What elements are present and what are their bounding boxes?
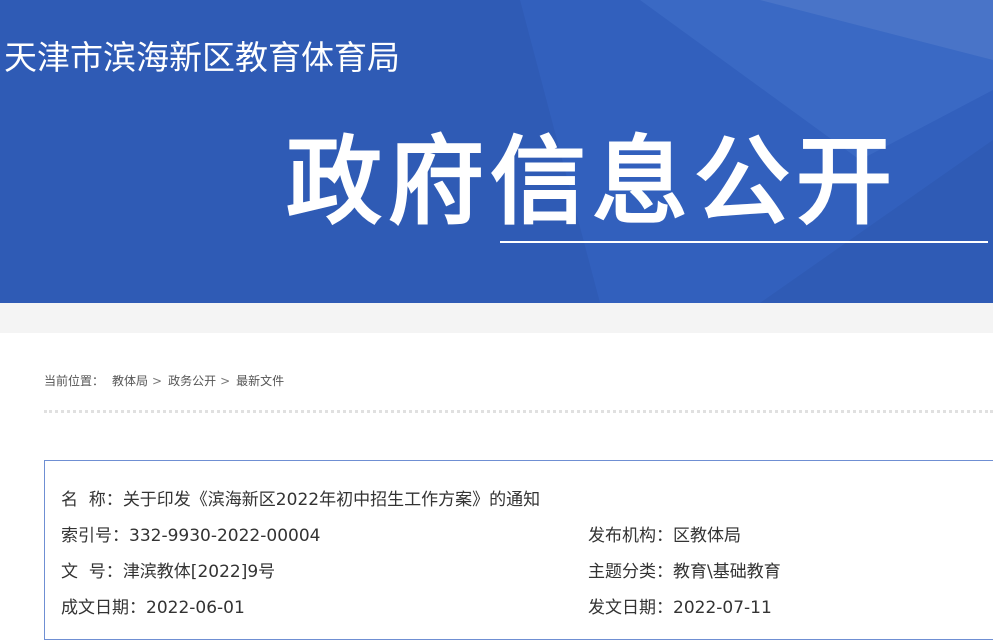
doc-number-value: 津滨教体[2022]9号 xyxy=(122,562,276,582)
doc-issued-value: 2022-07-11 xyxy=(673,598,772,618)
doc-publisher-row: 发布机构：区教体局 xyxy=(588,524,741,548)
breadcrumb-item-home[interactable]: 教体局 xyxy=(112,372,148,390)
doc-publisher-label: 发布机构： xyxy=(588,526,673,546)
breadcrumb-label: 当前位置： xyxy=(44,374,105,388)
doc-publisher-value: 区教体局 xyxy=(673,526,741,546)
doc-index-row: 索引号：332-9930-2022-00004 xyxy=(61,524,320,548)
doc-name-value: 关于印发《滨海新区2022年初中招生工作方案》的通知 xyxy=(122,490,541,510)
breadcrumb: 当前位置： 教体局 > 政务公开 > 最新文件 xyxy=(44,372,284,390)
doc-topic-row: 主题分类：教育\基础教育 xyxy=(588,560,781,584)
sub-nav-bar xyxy=(0,303,993,333)
doc-created-row: 成文日期：2022-06-01 xyxy=(61,596,245,620)
doc-topic-label: 主题分类： xyxy=(588,562,673,582)
doc-created-label: 成文日期： xyxy=(61,598,146,618)
breadcrumb-item-gov-affairs[interactable]: 政务公开 xyxy=(168,372,216,390)
doc-issued-label: 发文日期： xyxy=(588,598,673,618)
document-info-box: 名 称：关于印发《滨海新区2022年初中招生工作方案》的通知 索引号：332-9… xyxy=(44,460,993,640)
hero-title: 政府信息公开 xyxy=(286,126,898,238)
doc-topic-value: 教育\基础教育 xyxy=(673,562,781,582)
doc-name-row: 名 称：关于印发《滨海新区2022年初中招生工作方案》的通知 xyxy=(61,488,540,512)
breadcrumb-separator: > xyxy=(220,374,231,388)
doc-number-row: 文 号：津滨教体[2022]9号 xyxy=(61,560,275,584)
hero-underline xyxy=(500,241,988,243)
doc-index-label: 索引号： xyxy=(61,526,129,546)
doc-index-value: 332-9930-2022-00004 xyxy=(129,526,321,546)
site-title[interactable]: 天津市滨海新区教育体育局 xyxy=(4,36,400,80)
breadcrumb-item-latest-docs[interactable]: 最新文件 xyxy=(236,372,284,390)
doc-issued-row: 发文日期：2022-07-11 xyxy=(588,596,772,620)
breadcrumb-separator: > xyxy=(152,374,163,388)
breadcrumb-divider xyxy=(44,410,993,413)
doc-name-label: 名 称： xyxy=(61,490,123,510)
doc-number-label: 文 号： xyxy=(61,562,123,582)
doc-created-value: 2022-06-01 xyxy=(146,598,245,618)
header-banner: 天津市滨海新区教育体育局 政府信息公开 xyxy=(0,0,993,303)
